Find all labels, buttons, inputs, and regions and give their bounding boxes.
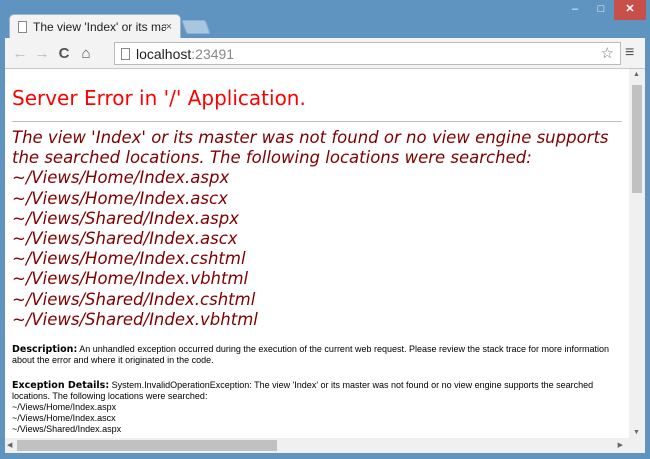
reload-button[interactable]: C [53,45,75,62]
page-icon [18,21,27,33]
description-label: Description: [12,344,78,356]
browser-tab[interactable]: The view 'Index' or its mas × [9,14,181,39]
forward-button[interactable]: → [31,45,53,62]
home-button[interactable]: ⌂ [75,45,97,62]
location: ~/Views/Shared/Index.ascx [12,229,238,249]
horizontal-scroll-thumb[interactable] [17,440,277,451]
location: ~/Views/Home/Index.ascx [12,188,228,208]
location: ~/Views/Shared/Index.vbhtml [12,309,258,329]
scroll-down-arrow-icon[interactable]: ▼ [633,429,640,436]
maximize-button[interactable]: □ [588,0,614,20]
tab-title: The view 'Index' or its mas [33,20,166,34]
location: ~/Views/Home/Index.aspx [12,168,230,188]
browser-toolbar: ← → C ⌂ localhost:23491 ☆ ≡ [5,38,645,69]
url-host: localhost [136,45,192,62]
exception-section: Exception Details: System.InvalidOperati… [12,380,622,435]
error-text: The view 'Index' or its master was not f… [12,128,609,168]
description-section: Description: An unhandled exception occu… [12,344,622,366]
new-tab-button[interactable] [181,20,211,34]
scroll-right-arrow-icon[interactable]: ▶ [618,441,623,449]
page-icon [121,47,130,60]
location: ~/Views/Home/Index.vbhtml [12,269,249,289]
vertical-scrollbar[interactable]: ▲ ▼ [629,69,645,438]
divider [12,121,622,122]
exception-label: Exception Details: [12,380,110,392]
tab-close-icon[interactable]: × [166,21,172,33]
scroll-left-arrow-icon[interactable]: ◀ [7,441,12,449]
scroll-up-arrow-icon[interactable]: ▲ [633,71,640,78]
minimize-button[interactable]: ‒ [562,0,588,20]
exception-location: ~/Views/Home/Index.aspx [12,402,117,413]
exception-location: ~/Views/Home/Index.ascx [12,413,116,424]
location: ~/Views/Shared/Index.aspx [12,208,239,228]
page-title: Server Error in '/' Application. [12,86,306,110]
back-button[interactable]: ← [9,45,31,62]
bookmark-star-icon[interactable]: ☆ [601,44,614,62]
error-message: The view 'Index' or its master was not f… [12,128,622,330]
description-text: An unhandled exception occurred during t… [12,344,610,366]
vertical-scroll-thumb[interactable] [632,85,642,193]
horizontal-scrollbar[interactable]: ◀ ▶ [5,438,629,453]
exception-location: ~/Views/Shared/Index.aspx [12,424,122,435]
address-bar[interactable]: localhost:23491 ☆ [114,42,621,65]
scrollbar-corner [629,438,645,453]
menu-icon[interactable]: ≡ [625,44,634,62]
close-window-button[interactable]: ✕ [614,0,646,20]
location: ~/Views/Shared/Index.cshtml [12,289,256,309]
page-content: Server Error in '/' Application. The vie… [5,69,629,438]
url-port: :23491 [191,45,235,62]
location: ~/Views/Home/Index.cshtml [12,249,246,269]
